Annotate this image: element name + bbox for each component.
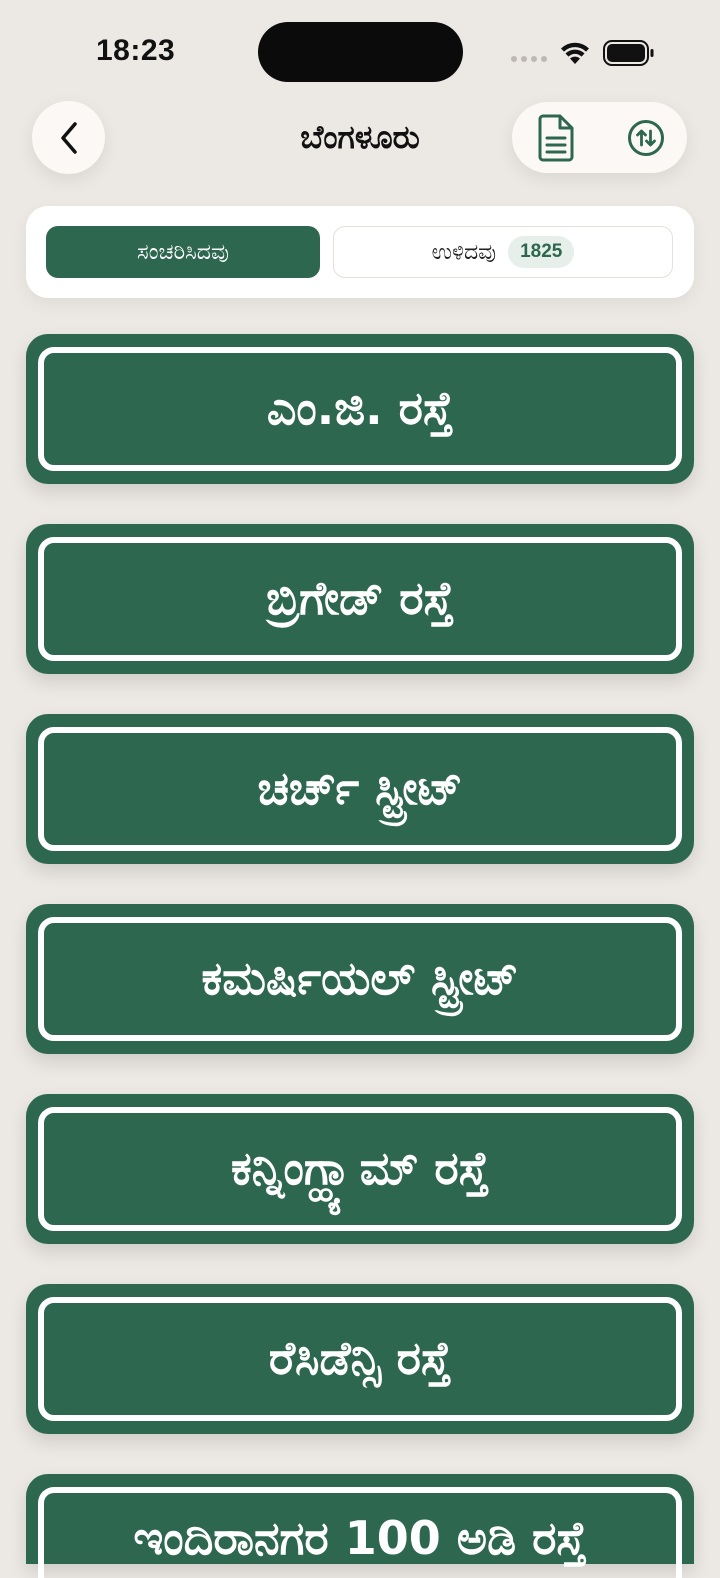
sort-button[interactable] — [626, 118, 666, 158]
back-button[interactable] — [32, 101, 105, 174]
status-time: 18:23 — [96, 34, 176, 67]
street-card[interactable]: ರೆಸಿಡೆನ್ಸಿ ರಸ್ತೆ — [26, 1284, 694, 1434]
document-button[interactable] — [534, 114, 578, 162]
sort-arrows-icon — [628, 120, 664, 156]
street-card[interactable]: ಇಂದಿರಾನಗರ 100 ಅಡಿ ರಸ್ತೆ — [26, 1474, 694, 1578]
street-card-frame: ಇಂದಿರಾನಗರ 100 ಅಡಿ ರಸ್ತೆ — [38, 1487, 682, 1578]
wifi-icon — [561, 42, 589, 64]
dynamic-island — [258, 22, 463, 82]
tab-remaining-label: ಉಳಿದವು — [431, 239, 497, 265]
street-name: ಚರ್ಚ್ ಸ್ಟ್ರೀಟ್ — [257, 761, 463, 815]
street-name: ಕಮರ್ಷಿಯಲ್ ಸ್ಟ್ರೀಟ್ — [201, 951, 519, 1005]
tab-remaining[interactable]: ಉಳಿದವು 1825 — [333, 226, 673, 278]
street-card-frame: ಚರ್ಚ್ ಸ್ಟ್ರೀಟ್ — [38, 727, 682, 851]
street-card[interactable]: ಕಮರ್ಷಿಯಲ್ ಸ್ಟ್ರೀಟ್ — [26, 904, 694, 1054]
tab-visited[interactable]: ಸಂಚರಿಸಿದವು — [46, 226, 320, 278]
remaining-count-badge: 1825 — [508, 236, 575, 268]
street-card[interactable]: ಚರ್ಚ್ ಸ್ಟ್ರೀಟ್ — [26, 714, 694, 864]
street-name: ಇಂದಿರಾನಗರ 100 ಅಡಿ ರಸ್ತೆ — [133, 1511, 587, 1565]
street-card[interactable]: ಕನ್ನಿಂಗ್ಹ್ಯಾಮ್ ರಸ್ತೆ — [26, 1094, 694, 1244]
street-name: ರೆಸಿಡೆನ್ಸಿ ರಸ್ತೆ — [268, 1331, 452, 1385]
street-card[interactable]: ಬ್ರಿಗೇಡ್ ರಸ್ತೆ — [26, 524, 694, 674]
street-card-frame: ಎಂ.ಜಿ. ರಸ್ತೆ — [38, 347, 682, 471]
header-actions — [512, 102, 687, 173]
street-card[interactable]: ಎಂ.ಜಿ. ರಸ್ತೆ — [26, 334, 694, 484]
street-card-frame: ಕಮರ್ಷಿಯಲ್ ಸ್ಟ್ರೀಟ್ — [38, 917, 682, 1041]
page-title: ಬೆಂಗಳೂರು — [300, 118, 420, 156]
cellular-signal-icon — [511, 56, 547, 62]
chevron-left-icon — [60, 121, 77, 154]
street-card-frame: ಕನ್ನಿಂಗ್ಹ್ಯಾಮ್ ರಸ್ತೆ — [38, 1107, 682, 1231]
street-name: ಕನ್ನಿಂಗ್ಹ್ಯಾಮ್ ರಸ್ತೆ — [231, 1141, 489, 1195]
street-name: ಎಂ.ಜಿ. ರಸ್ತೆ — [266, 381, 454, 435]
battery-icon — [603, 40, 654, 66]
street-name: ಬ್ರಿಗೇಡ್ ರಸ್ತೆ — [266, 571, 454, 625]
street-card-frame: ರೆಸಿಡೆನ್ಸಿ ರಸ್ತೆ — [38, 1297, 682, 1421]
street-card-frame: ಬ್ರಿಗೇಡ್ ರಸ್ತೆ — [38, 537, 682, 661]
tab-visited-label: ಸಂಚರಿಸಿದವು — [137, 239, 229, 265]
document-icon — [538, 114, 574, 162]
filter-segmented-control: ಸಂಚರಿಸಿದವು ಉಳಿದವು 1825 — [26, 206, 694, 298]
status-bar: 18:23 — [0, 0, 720, 100]
